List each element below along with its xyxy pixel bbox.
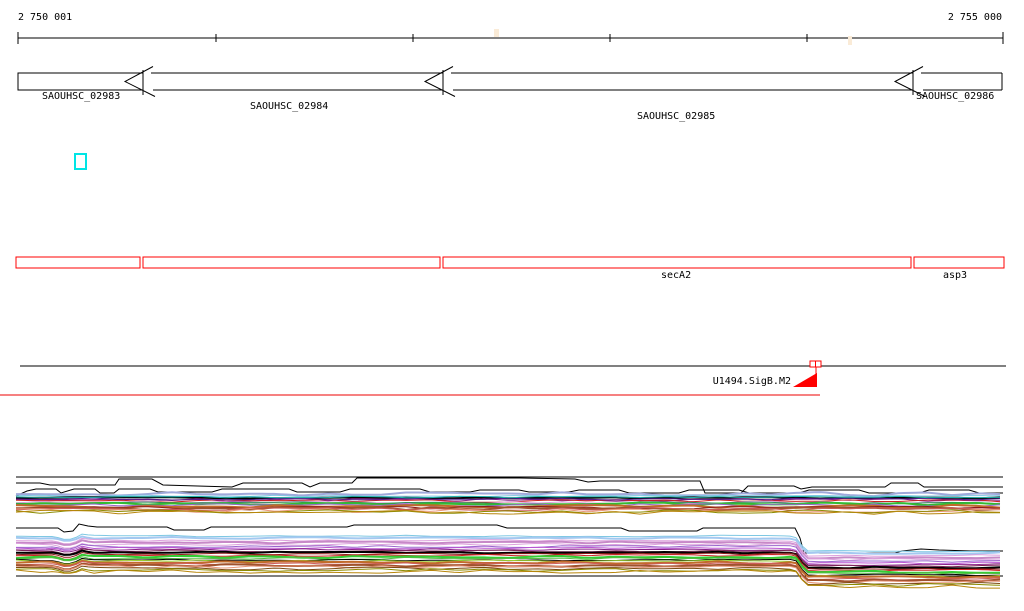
cds-segment[interactable] bbox=[15, 256, 141, 269]
cds-label-seca2: secA2 bbox=[661, 270, 692, 281]
coverage-series bbox=[15, 569, 1000, 589]
ruler-cursor-highlight bbox=[848, 36, 852, 45]
cds-segment[interactable] bbox=[142, 256, 441, 269]
gene-label-saouhsc-02985: SAOUHSC_02985 bbox=[637, 111, 716, 122]
browser-canvas bbox=[0, 29, 1006, 589]
selection-highlight-box[interactable] bbox=[74, 153, 87, 170]
ruler-end-coordinate: 2 755 000 bbox=[947, 12, 1002, 23]
gene-label-saouhsc-02986: SAOUHSC_02986 bbox=[916, 91, 995, 102]
marker-flag-label: U1494.SigB.M2 bbox=[712, 376, 791, 387]
gene-label-saouhsc-02983: SAOUHSC_02983 bbox=[42, 91, 121, 102]
genome-browser-window: 2 750 001 2 755 000 SAOUHSC_02983 SAOUHS… bbox=[0, 0, 1024, 611]
ruler-start-coordinate: 2 750 001 bbox=[18, 12, 73, 23]
cds-label-asp3: asp3 bbox=[943, 270, 968, 281]
cds-segment[interactable] bbox=[913, 256, 1005, 269]
cds-segment[interactable] bbox=[442, 256, 912, 269]
gene-arrow-saouhsc_02984-arrowhead[interactable] bbox=[123, 66, 156, 97]
gene-label-saouhsc-02984: SAOUHSC_02984 bbox=[250, 101, 329, 112]
ruler-cursor-highlight bbox=[494, 29, 499, 37]
coverage-outline bbox=[16, 477, 1003, 494]
marker-flag-pennant[interactable] bbox=[793, 373, 817, 387]
gene-arrow-saouhsc_02985-arrowhead[interactable] bbox=[423, 66, 456, 97]
